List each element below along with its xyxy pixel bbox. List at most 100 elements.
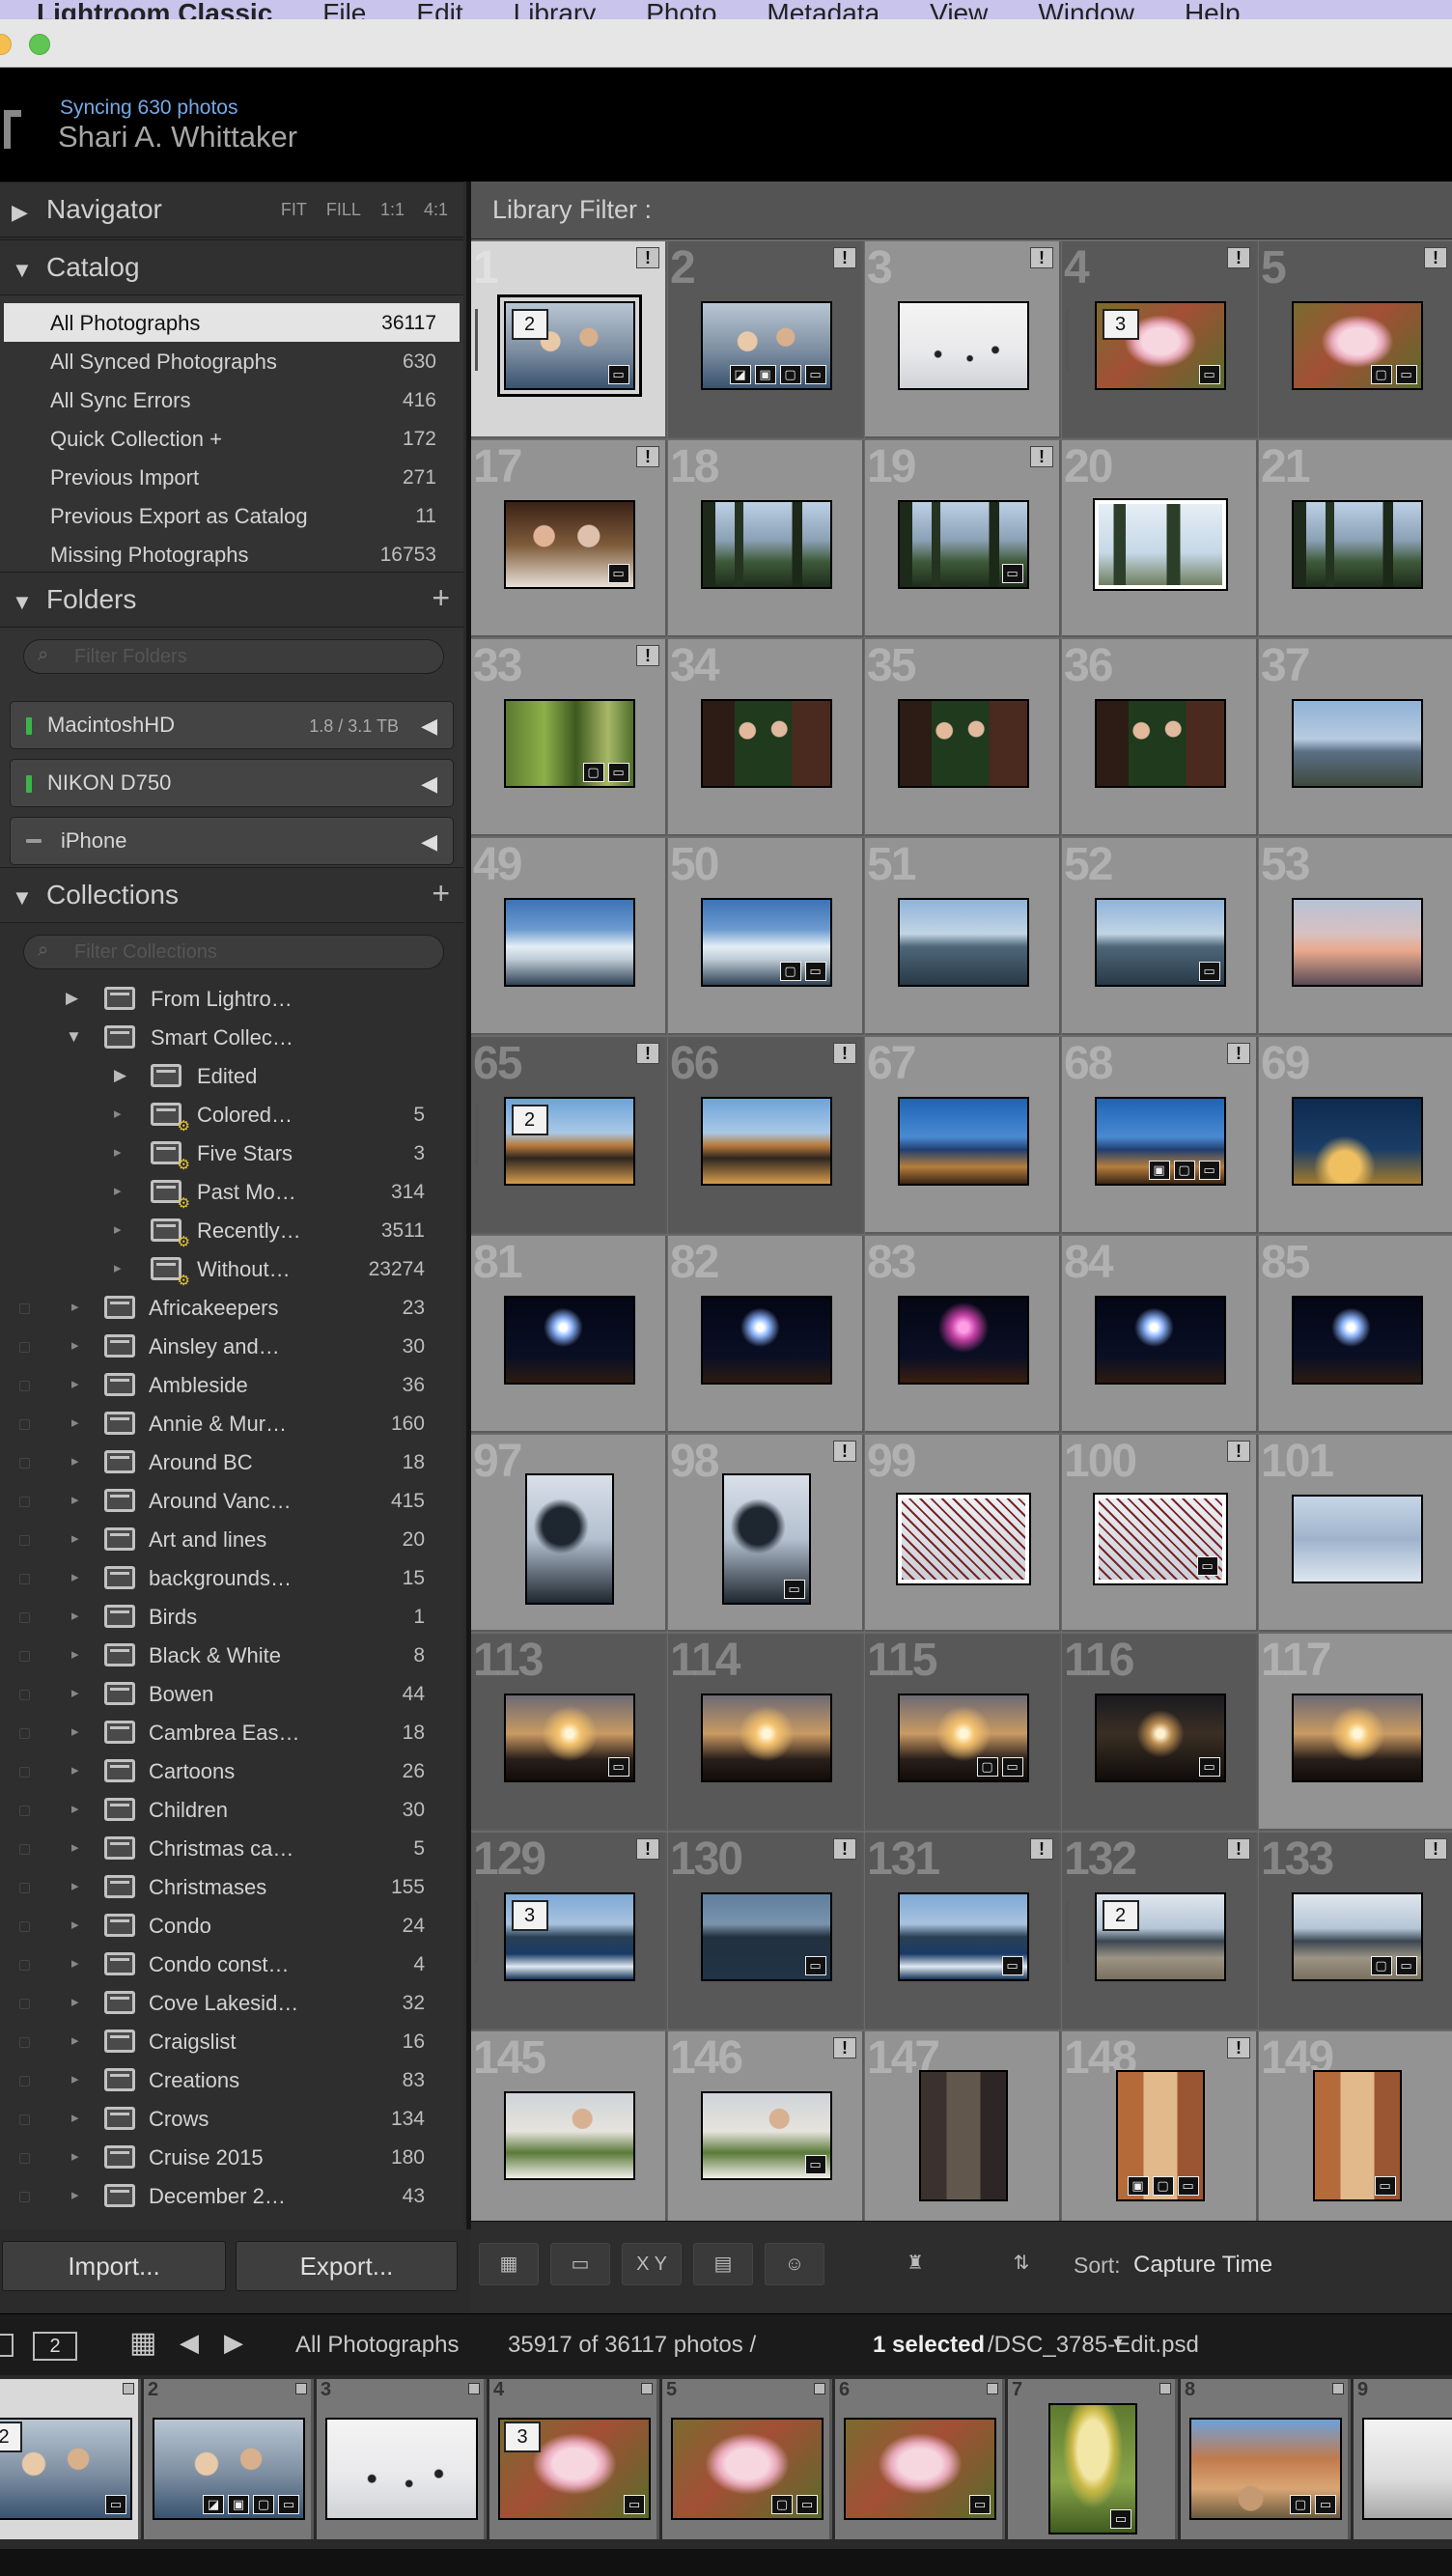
survey-view-icon[interactable]: ▤ (693, 2243, 753, 2285)
metadata-warning-icon[interactable]: ! (1424, 1838, 1447, 1860)
collection-checkbox[interactable] (19, 1419, 30, 1430)
thumbnail-badge-icon[interactable]: ▢ (1152, 2176, 1174, 2196)
thumbnail-badge-icon[interactable]: ▭ (1001, 1956, 1023, 1975)
chevron-down-icon[interactable]: ▼ (1110, 2336, 1126, 2353)
collapsed-triangle-icon[interactable]: ▶ (114, 1066, 126, 1085)
disclosure-icon[interactable]: ▸ (71, 1568, 79, 1585)
menu-edit[interactable]: Edit (391, 0, 488, 19)
metadata-warning-icon[interactable]: ! (833, 1441, 856, 1462)
photo-thumbnail[interactable] (700, 500, 832, 589)
metadata-warning-icon[interactable]: ! (833, 2037, 856, 2058)
collection-checkbox[interactable] (19, 1535, 30, 1546)
disclosure-icon[interactable]: ▸ (71, 1414, 79, 1431)
photo-thumbnail[interactable] (1094, 1296, 1226, 1385)
thumbnail-badge-icon[interactable]: ▭ (607, 763, 629, 782)
collection-checkbox[interactable] (19, 2192, 30, 2202)
photo-thumbnail[interactable] (897, 1296, 1029, 1385)
collection-item[interactable]: ▸ Creations 83 (4, 2060, 461, 2099)
filmstrip-thumbnail[interactable]: ▭ ▢ ▣ ◪ (153, 2418, 305, 2520)
metadata-warning-icon[interactable]: ! (636, 247, 659, 268)
menu-metadata[interactable]: Metadata (741, 0, 905, 19)
collection-checkbox[interactable] (19, 1651, 30, 1662)
metadata-warning-icon[interactable]: ! (833, 247, 856, 268)
photo-thumbnail[interactable]: ▭ (1312, 2070, 1402, 2201)
grid-cell[interactable]: 115 ▭ ▢ (865, 1634, 1061, 1831)
grid-cell[interactable]: 149 ▭ (1259, 2031, 1452, 2221)
filmstrip-scrollbar[interactable] (0, 2549, 1452, 2576)
metadata-warning-icon[interactable]: ! (636, 446, 659, 467)
thumbnail-badge-icon[interactable]: ▭ (105, 2495, 126, 2514)
grid-cell[interactable]: 113 ▭ (471, 1634, 667, 1831)
disclosure-icon[interactable]: ▸ (71, 1298, 79, 1315)
thumbnail-badge-icon[interactable]: ▣ (1148, 1161, 1170, 1180)
filmstrip-cell[interactable]: 2 ▭ ▢ ▣ ◪ (144, 2379, 314, 2539)
photo-thumbnail[interactable] (897, 1097, 1029, 1186)
disclosure-icon[interactable]: ▸ (71, 2070, 79, 2087)
photo-thumbnail[interactable] (897, 301, 1029, 390)
thumbnail-badge-icon[interactable]: ▭ (1198, 1161, 1220, 1180)
collection-checkbox[interactable] (19, 1342, 30, 1353)
filmstrip-thumbnail[interactable]: ▭ (844, 2418, 996, 2520)
folder-volume[interactable]: iPhone ◀ (10, 817, 454, 865)
filmstrip-thumbnail[interactable]: ▭ ▢ (1189, 2418, 1342, 2520)
photo-thumbnail[interactable] (700, 1296, 832, 1385)
collection-checkbox[interactable] (19, 2037, 30, 2048)
disclosure-icon[interactable]: ▸ (71, 1916, 79, 1933)
photo-thumbnail[interactable] (1291, 1495, 1423, 1583)
grid-cell[interactable]: 148! ▭ ▢ ▣ (1062, 2031, 1258, 2221)
grid-cell[interactable]: 132! 2 (1062, 1833, 1258, 2030)
metadata-warning-icon[interactable] (987, 2383, 998, 2394)
grid-cell[interactable]: 84 (1062, 1236, 1258, 1433)
thumbnail-badge-icon[interactable]: ▭ (1395, 1956, 1417, 1975)
stack-count-badge[interactable]: 3 (504, 2422, 541, 2452)
photo-thumbnail[interactable]: ▭ ▢ (897, 1694, 1029, 1782)
grid-cell[interactable]: 69 (1259, 1037, 1452, 1234)
collection-item[interactable]: ▸ Around BC 18 (4, 1442, 461, 1481)
collection-item[interactable]: ▸ Condo const… 4 (4, 1945, 461, 1983)
disclosure-icon[interactable]: ▸ (71, 1800, 79, 1817)
collection-item[interactable]: ▸ Black & White 8 (4, 1636, 461, 1674)
stack-count-badge[interactable]: 2 (0, 2422, 22, 2452)
grid-cell[interactable]: 20 (1062, 440, 1258, 637)
metadata-warning-icon[interactable]: ! (1227, 1441, 1250, 1462)
collection-item[interactable]: ▼ Smart Collec… (4, 1018, 461, 1056)
photo-thumbnail[interactable]: ▭ (1094, 898, 1226, 987)
disclosure-icon[interactable]: ▸ (114, 1143, 122, 1161)
disclosure-icon[interactable]: ▸ (71, 1838, 79, 1856)
grid-cell[interactable]: 2! ▭ ▢ ▣ ◪ (668, 241, 864, 438)
disclosure-icon[interactable]: ▸ (71, 2031, 79, 2049)
disclosure-icon[interactable]: ▸ (114, 1182, 122, 1199)
collection-checkbox[interactable] (19, 1999, 30, 2009)
disclosure-icon[interactable]: ▸ (114, 1220, 122, 1238)
photo-thumbnail[interactable]: ▭ ▢ (1291, 301, 1423, 390)
minimize-button[interactable] (0, 34, 12, 55)
collection-item[interactable]: ▸ Craigslist 16 (4, 2022, 461, 2060)
thumbnail-badge-icon[interactable]: ▭ (1315, 2495, 1336, 2514)
stack-count-badge[interactable]: 2 (511, 1105, 548, 1135)
grid-cell[interactable]: 5! ▭ ▢ (1259, 241, 1452, 438)
photo-thumbnail[interactable]: ▭ (897, 1892, 1029, 1981)
catalog-item[interactable]: Previous Export as Catalog 11 (4, 496, 460, 535)
thumbnail-badge-icon[interactable]: ▭ (1001, 564, 1023, 583)
collection-checkbox[interactable] (19, 1458, 30, 1469)
thumbnail-badge-icon[interactable]: ▣ (1127, 2176, 1149, 2196)
thumbnail-badge-icon[interactable]: ▭ (796, 2495, 818, 2514)
collection-checkbox[interactable] (19, 1690, 30, 1700)
collection-checkbox[interactable] (19, 1612, 30, 1623)
collection-item[interactable]: ▸ Christmases 155 (4, 1867, 461, 1906)
forward-arrow-icon[interactable]: ▶ (224, 2328, 243, 2358)
grid-cell[interactable]: 117 (1259, 1634, 1452, 1831)
export-button[interactable]: Export... (236, 2241, 458, 2291)
catalog-item[interactable]: Missing Photographs 16753 (4, 535, 460, 574)
photo-thumbnail[interactable]: ▭ ▢ ▣ (1115, 2070, 1205, 2201)
metadata-warning-icon[interactable]: ! (636, 1838, 659, 1860)
photo-thumbnail[interactable] (1291, 500, 1423, 589)
sync-status[interactable]: Syncing 630 photos (60, 97, 237, 120)
filmstrip-cell[interactable]: 9 (1354, 2379, 1452, 2539)
thumbnail-badge-icon[interactable]: ▢ (1370, 365, 1392, 384)
photo-thumbnail[interactable]: ▭ ▢ (1291, 1892, 1423, 1981)
volume-arrow-icon[interactable]: ◀ (421, 714, 437, 739)
grid-cell[interactable]: 33! ▭ ▢ (471, 639, 667, 836)
collection-checkbox[interactable] (19, 1960, 30, 1971)
grid-cell[interactable]: 114 (668, 1634, 864, 1831)
